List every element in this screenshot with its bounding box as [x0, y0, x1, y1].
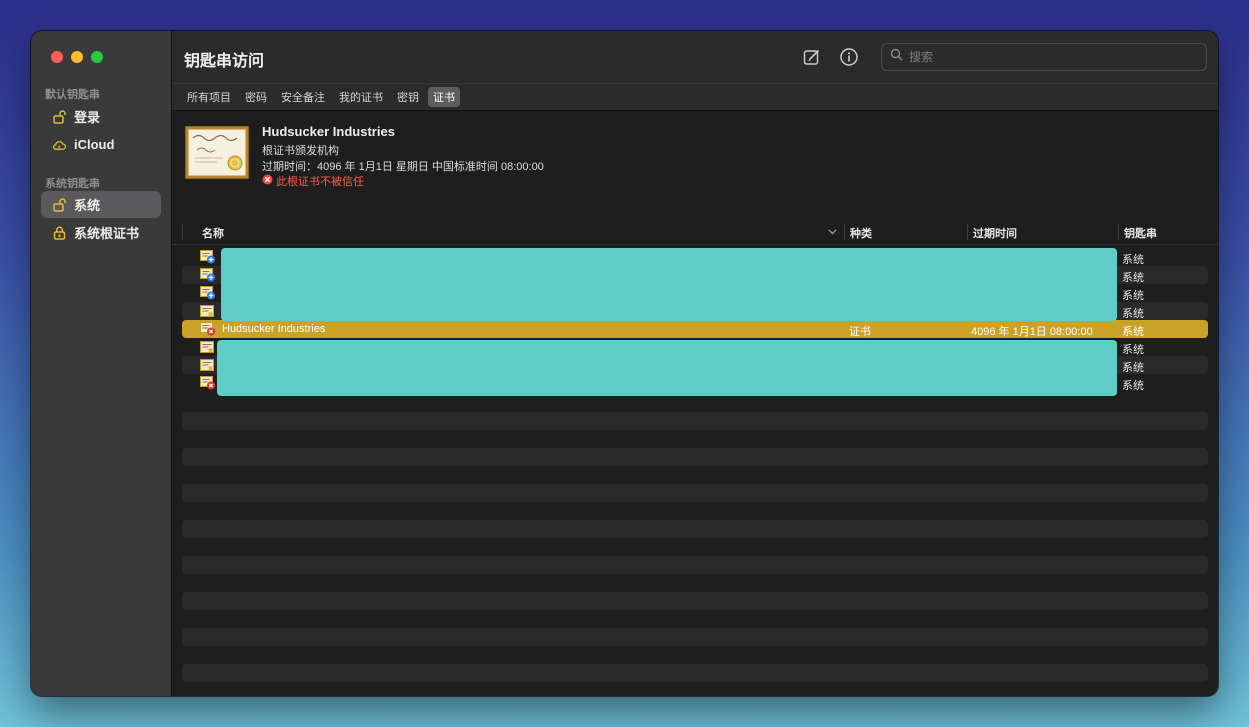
row-keychain: 系统	[1122, 380, 1144, 392]
cert-blue-icon	[200, 250, 215, 264]
sort-chevron-down-icon[interactable]	[828, 227, 837, 239]
column-name-header[interactable]: 名称	[197, 225, 224, 241]
column-kind-header[interactable]: 种类	[845, 225, 872, 241]
main-pane: 钥匙串访问 所有项目 密码 安全备注 我的证书 密钥 证书	[172, 31, 1218, 696]
empty-row	[182, 412, 1208, 430]
empty-row	[182, 664, 1208, 682]
cert-untrusted-icon	[200, 322, 215, 336]
cert-icon	[200, 340, 215, 354]
certificate-name: Hudsucker Industries	[262, 124, 395, 139]
row-expires: 4096 年 1月1日 08:00:00	[971, 326, 1093, 338]
column-separator	[182, 224, 183, 240]
minimize-window-button[interactable]	[71, 51, 83, 63]
certificate-type: 根证书颁发机构	[262, 145, 339, 157]
table-row-selected[interactable]: Hudsucker Industries 证书 4096 年 1月1日 08:0…	[182, 320, 1208, 338]
zoom-window-button[interactable]	[91, 51, 103, 63]
sidebar-item-label: 登录	[74, 110, 101, 125]
traffic-lights	[51, 51, 103, 63]
cert-blue-icon	[200, 286, 215, 300]
tab-my-certificates[interactable]: 我的证书	[334, 87, 388, 107]
tab-keys[interactable]: 密钥	[392, 87, 424, 107]
unlocked-padlock-icon	[52, 109, 66, 124]
row-keychain: 系统	[1122, 308, 1144, 320]
empty-row	[182, 556, 1208, 574]
row-keychain: 系统	[1122, 326, 1144, 338]
error-x-icon	[262, 174, 273, 188]
toolbar: 钥匙串访问	[172, 31, 1218, 83]
redacted-region	[221, 248, 1117, 321]
cert-blue-icon	[200, 268, 215, 282]
category-tabs: 所有项目 密码 安全备注 我的证书 密钥 证书	[172, 83, 1218, 111]
sidebar-item-system-roots[interactable]: 系统根证书	[41, 219, 161, 246]
search-field[interactable]	[881, 43, 1207, 71]
header-divider	[172, 244, 1218, 245]
column-expires-header[interactable]: 过期时间	[968, 225, 1017, 241]
certificate-large-icon	[185, 126, 249, 179]
sidebar-item-label: 系统根证书	[74, 226, 140, 241]
empty-row	[182, 448, 1208, 466]
unlocked-padlock-icon	[52, 197, 66, 212]
empty-row	[182, 484, 1208, 502]
sidebar-item-icloud[interactable]: iCloud	[41, 131, 161, 158]
empty-row	[182, 592, 1208, 610]
window-title: 钥匙串访问	[184, 53, 265, 70]
keychain-window: 默认钥匙串 登录 iCloud 系统钥匙串 系统 系统根证书 钥匙串访问 搜索 …	[31, 31, 1218, 696]
sidebar-section-default: 默认钥匙串	[45, 89, 100, 101]
sidebar-item-label: iCloud	[74, 137, 115, 152]
table-header: 名称 种类 过期时间 钥匙串	[182, 221, 1208, 245]
certificate-expiry: 过期时间：4096 年 1月1日 星期日 中国标准时间 08:00:00	[262, 161, 544, 173]
row-keychain: 系统	[1122, 290, 1144, 302]
cert-icon	[200, 304, 215, 318]
certificate-summary: Hudsucker Industries 根证书颁发机构 过期时间：4096 年…	[172, 112, 1218, 222]
cloud-icon	[52, 138, 66, 152]
cert-icon	[200, 358, 215, 372]
tab-all-items[interactable]: 所有项目	[182, 87, 236, 107]
compose-icon[interactable]	[802, 47, 822, 67]
locked-padlock-icon	[52, 226, 66, 240]
close-window-button[interactable]	[51, 51, 63, 63]
search-input[interactable]	[909, 50, 1189, 64]
sidebar-section-system: 系统钥匙串	[45, 178, 100, 190]
tab-secure-notes[interactable]: 安全备注	[276, 87, 330, 107]
row-kind: 证书	[849, 326, 871, 338]
info-icon[interactable]	[839, 47, 859, 67]
redacted-region	[217, 340, 1117, 396]
sidebar-item-system[interactable]: 系统	[41, 191, 161, 218]
tab-certificates[interactable]: 证书	[428, 87, 460, 107]
row-keychain: 系统	[1122, 344, 1144, 356]
search-icon	[890, 48, 903, 66]
row-keychain: 系统	[1122, 362, 1144, 374]
empty-row	[182, 628, 1208, 646]
cert-untrusted-icon	[200, 376, 215, 390]
row-name: Hudsucker Industries	[222, 323, 326, 335]
row-keychain: 系统	[1122, 254, 1144, 266]
certificate-trust-warning: 此根证书不被信任	[262, 173, 364, 189]
empty-row	[182, 520, 1208, 538]
warning-text: 此根证书不被信任	[276, 176, 364, 188]
tab-passwords[interactable]: 密码	[240, 87, 272, 107]
sidebar-item-login[interactable]: 登录	[41, 103, 161, 130]
row-keychain: 系统	[1122, 272, 1144, 284]
sidebar: 默认钥匙串 登录 iCloud 系统钥匙串 系统 系统根证书	[31, 31, 172, 696]
sidebar-item-label: 系统	[74, 198, 101, 213]
column-keychain-header[interactable]: 钥匙串	[1119, 225, 1157, 241]
